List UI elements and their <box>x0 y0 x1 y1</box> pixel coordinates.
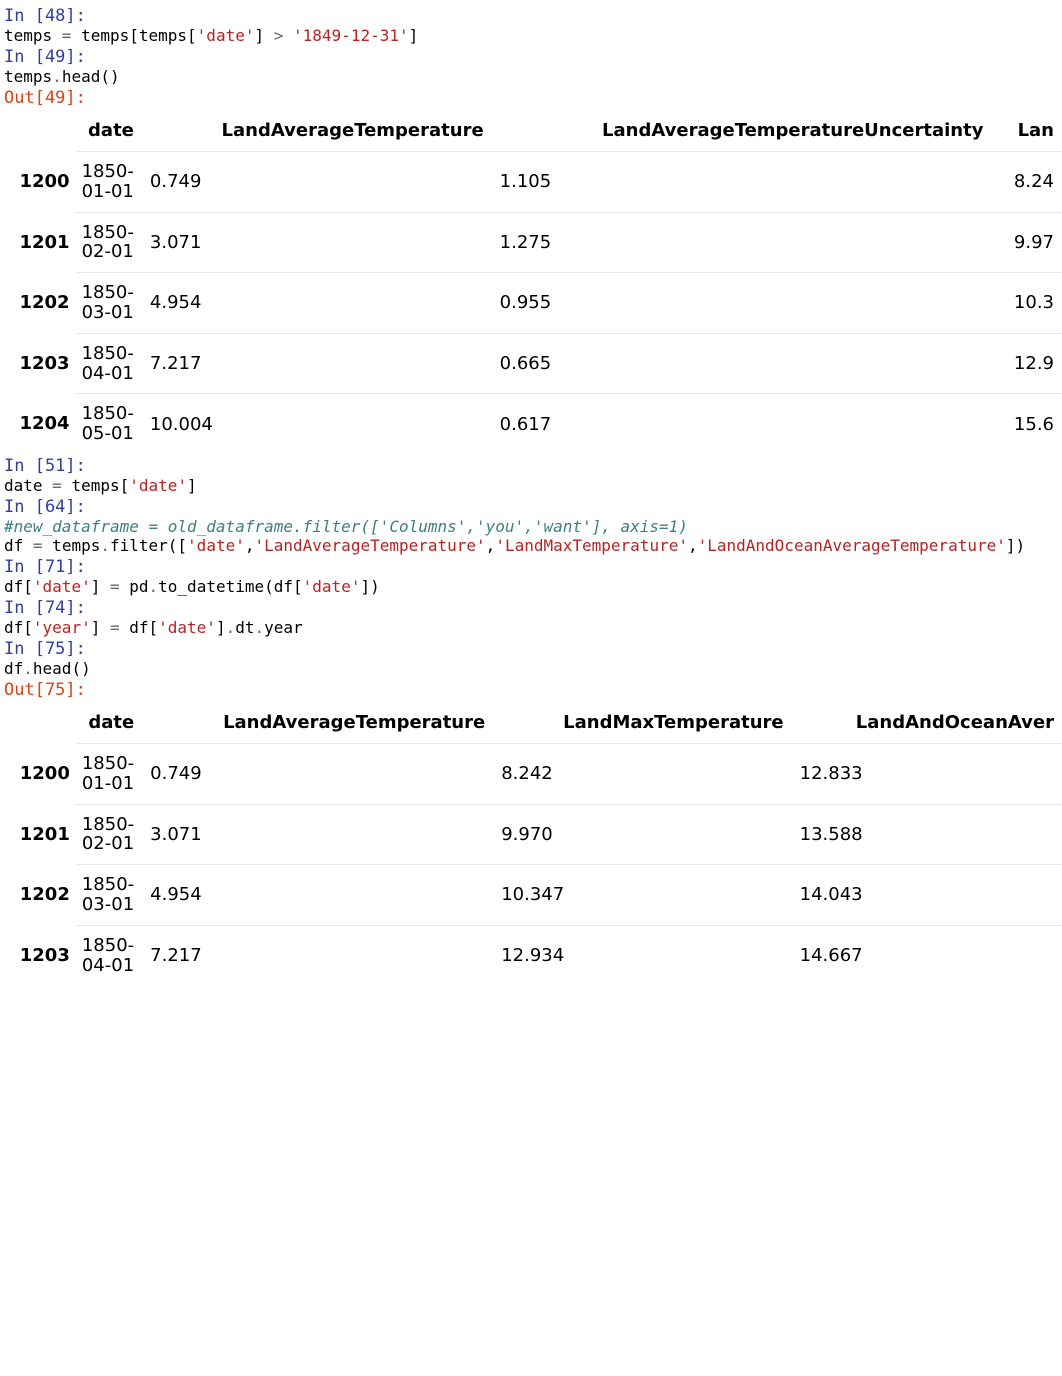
col-index <box>0 702 76 744</box>
input-cell-64[interactable]: In [64]: #new_dataframe = old_dataframe.… <box>0 497 1062 555</box>
row-date: 1850-03-01 <box>76 273 142 334</box>
table-header-row: date LandAverageTemperature LandMaxTempe… <box>0 702 1062 744</box>
row-c1: 7.217 <box>142 925 493 985</box>
col-landavgtempunc: LandAverageTemperatureUncertainty <box>492 110 992 152</box>
row-idx: 1201 <box>0 804 76 865</box>
code-71[interactable]: df['date'] = pd.to_datetime(df['date']) <box>0 577 1062 596</box>
col-lan: Lan <box>991 110 1062 152</box>
table-row: 1203 1850-04-01 7.217 12.934 14.667 <box>0 925 1062 985</box>
input-cell-51[interactable]: In [51]: date = temps['date'] <box>0 456 1062 495</box>
row-idx: 1200 <box>0 743 76 804</box>
row-idx: 1201 <box>0 212 76 273</box>
row-date: 1850-05-01 <box>76 394 142 454</box>
output-49: date LandAverageTemperature LandAverageT… <box>0 108 1062 454</box>
table-row: 1203 1850-04-01 7.217 0.665 12.9 <box>0 333 1062 394</box>
row-c3: 14.667 <box>792 925 1062 985</box>
output-75: date LandAverageTemperature LandMaxTempe… <box>0 700 1062 985</box>
row-idx: 1203 <box>0 925 76 985</box>
output-cell-49: Out[49]: date LandAverageTemperature Lan… <box>0 88 1062 454</box>
row-c3: 12.833 <box>792 743 1062 804</box>
row-c2: 12.934 <box>493 925 791 985</box>
row-c1: 4.954 <box>142 273 492 334</box>
row-idx: 1202 <box>0 865 76 926</box>
table-row: 1202 1850-03-01 4.954 0.955 10.3 <box>0 273 1062 334</box>
in-prompt-75: In [75]: <box>0 639 1062 659</box>
row-c1: 3.071 <box>142 804 493 865</box>
table-row: 1201 1850-02-01 3.071 1.275 9.97 <box>0 212 1062 273</box>
col-index <box>0 110 76 152</box>
row-c2: 8.242 <box>493 743 791 804</box>
row-c3: 8.24 <box>991 152 1062 213</box>
input-cell-74[interactable]: In [74]: df['year'] = df['date'].dt.year <box>0 598 1062 637</box>
in-prompt-49: In [49]: <box>0 47 1062 67</box>
table-row: 1201 1850-02-01 3.071 9.970 13.588 <box>0 804 1062 865</box>
row-c1: 0.749 <box>142 152 492 213</box>
code-49[interactable]: temps.head() <box>0 67 1062 86</box>
row-c2: 1.275 <box>492 212 992 273</box>
col-landmaxtemp: LandMaxTemperature <box>493 702 791 744</box>
col-landavgtemp: LandAverageTemperature <box>142 702 493 744</box>
out-prompt-49: Out[49]: <box>0 88 1062 108</box>
col-date: date <box>76 110 142 152</box>
code-51[interactable]: date = temps['date'] <box>0 476 1062 495</box>
row-c2: 9.970 <box>493 804 791 865</box>
table-row: 1200 1850-01-01 0.749 8.242 12.833 <box>0 743 1062 804</box>
row-idx: 1200 <box>0 152 76 213</box>
table-row: 1204 1850-05-01 10.004 0.617 15.6 <box>0 394 1062 454</box>
input-cell-71[interactable]: In [71]: df['date'] = pd.to_datetime(df[… <box>0 557 1062 596</box>
col-landavgtemp: LandAverageTemperature <box>142 110 492 152</box>
col-date: date <box>76 702 142 744</box>
row-c1: 4.954 <box>142 865 493 926</box>
dataframe-table-75: date LandAverageTemperature LandMaxTempe… <box>0 702 1062 985</box>
row-c3: 13.588 <box>792 804 1062 865</box>
row-date: 1850-03-01 <box>76 865 142 926</box>
row-date: 1850-01-01 <box>76 152 142 213</box>
row-c3: 14.043 <box>792 865 1062 926</box>
in-prompt-71: In [71]: <box>0 557 1062 577</box>
row-date: 1850-02-01 <box>76 804 142 865</box>
dataframe-table-49: date LandAverageTemperature LandAverageT… <box>0 110 1062 454</box>
table-header-row: date LandAverageTemperature LandAverageT… <box>0 110 1062 152</box>
code-74[interactable]: df['year'] = df['date'].dt.year <box>0 618 1062 637</box>
row-c2: 0.665 <box>492 333 992 394</box>
row-c2: 1.105 <box>492 152 992 213</box>
row-date: 1850-04-01 <box>76 333 142 394</box>
code-48[interactable]: temps = temps[temps['date'] > '1849-12-3… <box>0 26 1062 45</box>
row-c1: 10.004 <box>142 394 492 454</box>
table-row: 1202 1850-03-01 4.954 10.347 14.043 <box>0 865 1062 926</box>
col-landocean: LandAndOceanAver <box>792 702 1062 744</box>
row-idx: 1202 <box>0 273 76 334</box>
in-prompt-48: In [48]: <box>0 6 1062 26</box>
row-c3: 12.9 <box>991 333 1062 394</box>
row-c2: 10.347 <box>493 865 791 926</box>
row-date: 1850-02-01 <box>76 212 142 273</box>
row-idx: 1204 <box>0 394 76 454</box>
row-idx: 1203 <box>0 333 76 394</box>
input-cell-75[interactable]: In [75]: df.head() <box>0 639 1062 678</box>
in-prompt-51: In [51]: <box>0 456 1062 476</box>
row-c2: 0.955 <box>492 273 992 334</box>
row-c3: 10.3 <box>991 273 1062 334</box>
row-c1: 0.749 <box>142 743 493 804</box>
row-c3: 9.97 <box>991 212 1062 273</box>
input-cell-49[interactable]: In [49]: temps.head() <box>0 47 1062 86</box>
code-75[interactable]: df.head() <box>0 659 1062 678</box>
row-c3: 15.6 <box>991 394 1062 454</box>
row-c1: 7.217 <box>142 333 492 394</box>
output-cell-75: Out[75]: date LandAverageTemperature Lan… <box>0 680 1062 985</box>
row-date: 1850-01-01 <box>76 743 142 804</box>
in-prompt-74: In [74]: <box>0 598 1062 618</box>
table-row: 1200 1850-01-01 0.749 1.105 8.24 <box>0 152 1062 213</box>
row-date: 1850-04-01 <box>76 925 142 985</box>
input-cell-48[interactable]: In [48]: temps = temps[temps['date'] > '… <box>0 6 1062 45</box>
row-c1: 3.071 <box>142 212 492 273</box>
code-64[interactable]: #new_dataframe = old_dataframe.filter(['… <box>0 517 1062 555</box>
out-prompt-75: Out[75]: <box>0 680 1062 700</box>
row-c2: 0.617 <box>492 394 992 454</box>
in-prompt-64: In [64]: <box>0 497 1062 517</box>
